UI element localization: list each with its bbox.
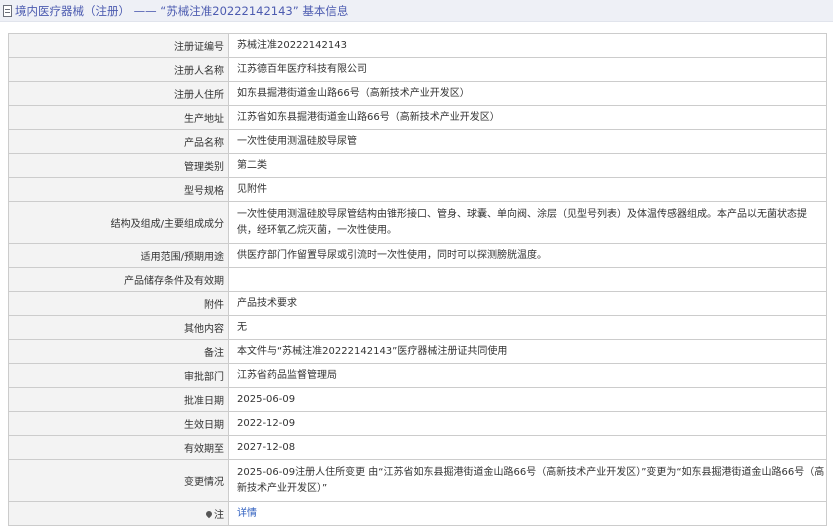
- row-label: 生效日期: [8, 411, 229, 436]
- row-label: 管理类别: [8, 153, 229, 178]
- page-title: 境内医疗器械（注册） —— “苏械注准20222142143” 基本信息: [15, 3, 349, 18]
- table-row: 结构及组成/主要组成成分 一次性使用测温硅胶导尿管结构由锥形接口、管身、球囊、单…: [8, 201, 827, 244]
- table-row: 变更情况 2025-06-09注册人住所变更 由“江苏省如东县掘港街道金山路66…: [8, 459, 827, 502]
- table-row: 适用范围/预期用途 供医疗部门作留置导尿或引流时一次性使用，同时可以探测膀胱温度…: [8, 243, 827, 268]
- row-value: [228, 267, 827, 292]
- table-row: 附件 产品技术要求: [8, 291, 827, 316]
- table-row: 注册人住所 如东县掘港街道金山路66号（高新技术产业开发区）: [8, 81, 827, 106]
- page-header: 境内医疗器械（注册） —— “苏械注准20222142143” 基本信息: [0, 0, 833, 22]
- row-label: 型号规格: [8, 177, 229, 202]
- row-label: 备注: [8, 339, 229, 364]
- table-row: 生产地址 江苏省如东县掘港街道金山路66号（高新技术产业开发区）: [8, 105, 827, 130]
- row-value: 江苏省药品监督管理局: [228, 363, 827, 388]
- row-value: 第二类: [228, 153, 827, 178]
- row-label: 注册人名称: [8, 57, 229, 82]
- table-row: 其他内容 无: [8, 315, 827, 340]
- pin-icon: [204, 509, 214, 519]
- table-row: 型号规格 见附件: [8, 177, 827, 202]
- row-value: 一次性使用测温硅胶导尿管: [228, 129, 827, 154]
- row-value: 苏械注准20222142143: [228, 33, 827, 58]
- row-label: 附件: [8, 291, 229, 316]
- table-row: 管理类别 第二类: [8, 153, 827, 178]
- table-row: 注册证编号 苏械注准20222142143: [8, 33, 827, 58]
- row-value: 本文件与“苏械注准20222142143”医疗器械注册证共同使用: [228, 339, 827, 364]
- table-row: 注册人名称 江苏德百年医疗科技有限公司: [8, 57, 827, 82]
- note-label: 注: [214, 510, 224, 521]
- row-label: 注册人住所: [8, 81, 229, 106]
- row-label: 适用范围/预期用途: [8, 243, 229, 268]
- row-value: 江苏德百年医疗科技有限公司: [228, 57, 827, 82]
- table-row: 备注 本文件与“苏械注准20222142143”医疗器械注册证共同使用: [8, 339, 827, 364]
- note-value-cell: 详情: [228, 501, 827, 526]
- row-value: 如东县掘港街道金山路66号（高新技术产业开发区）: [228, 81, 827, 106]
- note-row: 注 详情: [8, 501, 827, 526]
- table-row: 产品名称 一次性使用测温硅胶导尿管: [8, 129, 827, 154]
- row-value: 2022-12-09: [228, 411, 827, 436]
- row-value: 见附件: [228, 177, 827, 202]
- row-label: 批准日期: [8, 387, 229, 412]
- detail-link[interactable]: 详情: [237, 508, 257, 519]
- row-value: 2025-06-09注册人住所变更 由“江苏省如东县掘港街道金山路66号（高新技…: [228, 459, 827, 502]
- row-label: 结构及组成/主要组成成分: [8, 201, 229, 244]
- table-row: 有效期至 2027-12-08: [8, 435, 827, 460]
- row-value: 一次性使用测温硅胶导尿管结构由锥形接口、管身、球囊、单向阀、涂层（见型号列表）及…: [228, 201, 827, 244]
- row-value: 无: [228, 315, 827, 340]
- row-label: 生产地址: [8, 105, 229, 130]
- table-row: 审批部门 江苏省药品监督管理局: [8, 363, 827, 388]
- row-label: 有效期至: [8, 435, 229, 460]
- info-table: 注册证编号 苏械注准20222142143 注册人名称 江苏德百年医疗科技有限公…: [8, 33, 827, 526]
- row-label: 其他内容: [8, 315, 229, 340]
- row-value: 供医疗部门作留置导尿或引流时一次性使用，同时可以探测膀胱温度。: [228, 243, 827, 268]
- info-table-container: 注册证编号 苏械注准20222142143 注册人名称 江苏德百年医疗科技有限公…: [8, 33, 827, 526]
- row-value: 2027-12-08: [228, 435, 827, 460]
- document-icon: [3, 4, 12, 17]
- row-value: 产品技术要求: [228, 291, 827, 316]
- row-label: 注册证编号: [8, 33, 229, 58]
- table-row: 生效日期 2022-12-09: [8, 411, 827, 436]
- table-row: 批准日期 2025-06-09: [8, 387, 827, 412]
- row-label: 审批部门: [8, 363, 229, 388]
- row-value: 2025-06-09: [228, 387, 827, 412]
- row-label: 变更情况: [8, 459, 229, 502]
- table-row: 产品储存条件及有效期: [8, 267, 827, 292]
- row-label: 产品名称: [8, 129, 229, 154]
- row-label: 产品储存条件及有效期: [8, 267, 229, 292]
- note-label-cell: 注: [8, 501, 229, 526]
- row-value: 江苏省如东县掘港街道金山路66号（高新技术产业开发区）: [228, 105, 827, 130]
